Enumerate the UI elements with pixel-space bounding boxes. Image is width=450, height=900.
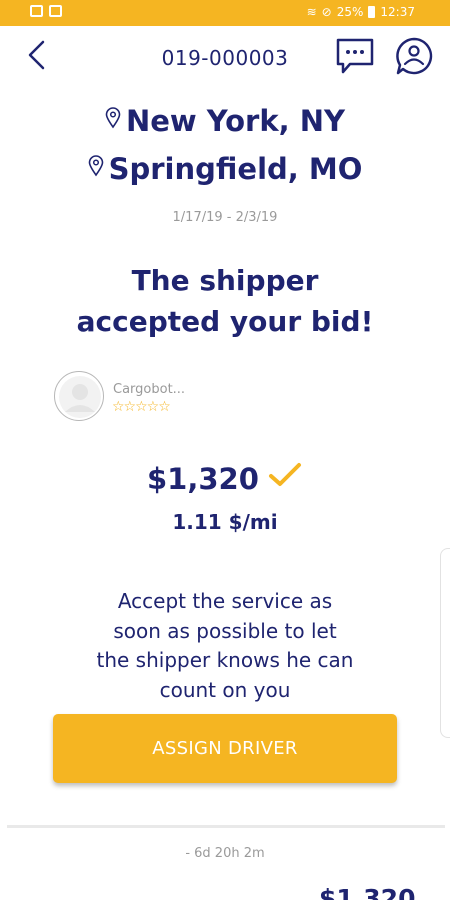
assign-driver-button[interactable]: ASSIGN DRIVER bbox=[53, 714, 397, 783]
destination-city: Springfield, MO bbox=[108, 152, 363, 186]
status-notifications bbox=[30, 5, 62, 17]
headline-line-2: accepted your bid! bbox=[76, 305, 374, 338]
rating-stars: ☆☆☆☆☆ bbox=[112, 399, 171, 415]
shipment-dates: 1/17/19 - 2/3/19 bbox=[172, 210, 278, 225]
bid-price-row: $1,320 bbox=[0, 462, 450, 496]
section-divider bbox=[7, 825, 445, 828]
elapsed-time: - 6d 20h 2m bbox=[185, 846, 265, 861]
message-line-1: Accept the service as bbox=[117, 589, 333, 613]
header: 019-000003 bbox=[0, 26, 450, 90]
mute-icon: ⊘ bbox=[321, 5, 332, 19]
avatar bbox=[54, 371, 104, 421]
status-indicators: ≋ ⊘ 25% 12:37 bbox=[307, 5, 415, 19]
bid-accepted-headline: The shipper accepted your bid! bbox=[0, 260, 450, 342]
shipper-info[interactable]: Cargobot... ☆☆☆☆☆ bbox=[54, 371, 254, 423]
avatar-placeholder-icon bbox=[59, 376, 101, 418]
route-origin: New York, NY bbox=[0, 104, 450, 138]
price-per-mile: 1.11 $/mi bbox=[172, 510, 278, 534]
scroll-indicator[interactable] bbox=[440, 548, 450, 738]
clock: 12:37 bbox=[380, 5, 415, 19]
history-price: $1,320 bbox=[319, 884, 416, 900]
location-pin-icon bbox=[88, 155, 103, 177]
shipment-reference: 019-000003 bbox=[161, 46, 289, 70]
message-line-2: soon as possible to let bbox=[113, 618, 337, 643]
message-line-3: the shipper knows he can bbox=[96, 648, 354, 672]
gallery-icon bbox=[30, 5, 43, 17]
route-destination: Springfield, MO bbox=[0, 152, 450, 186]
battery-percent: 25% bbox=[336, 5, 364, 19]
accept-message: Accept the service as soon as possible t… bbox=[70, 587, 380, 705]
battery-icon bbox=[368, 6, 376, 18]
profile-icon[interactable] bbox=[393, 36, 435, 76]
message-line-4: count on you bbox=[159, 677, 291, 702]
shipper-name: Cargobot... bbox=[113, 382, 186, 397]
image-icon bbox=[49, 5, 62, 17]
checkmark-icon bbox=[269, 463, 301, 486]
origin-city: New York, NY bbox=[125, 104, 346, 138]
status-bar: ≋ ⊘ 25% 12:37 bbox=[0, 0, 450, 26]
chat-icon[interactable] bbox=[334, 36, 376, 76]
wifi-icon: ≋ bbox=[306, 5, 317, 19]
bid-price: $1,320 bbox=[146, 462, 259, 496]
location-pin-icon bbox=[105, 107, 121, 129]
headline-line-1: The shipper bbox=[131, 264, 319, 297]
